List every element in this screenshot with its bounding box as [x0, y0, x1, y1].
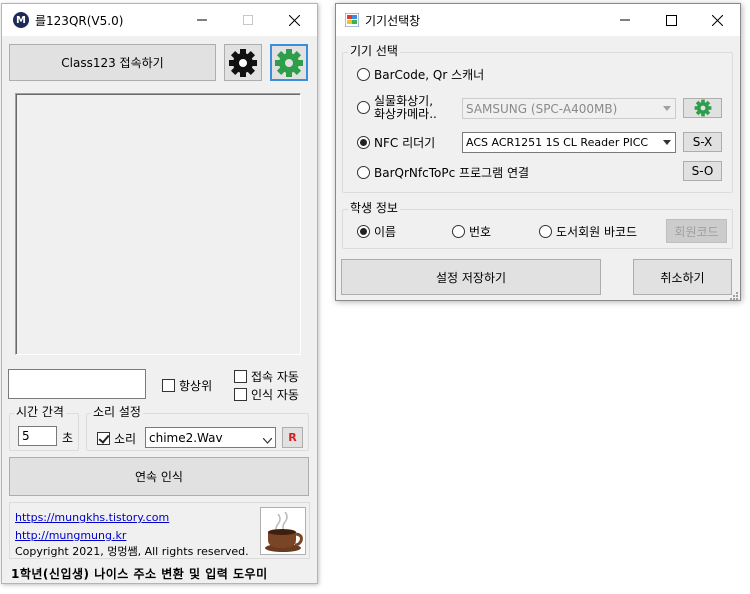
window-app-icon	[344, 12, 360, 28]
auto-recognize-checkbox[interactable]	[234, 388, 247, 401]
barqrnfc-label: BarQrNfcToPc 프로그램 연결	[374, 166, 530, 180]
nfc-reader-radio[interactable]	[357, 136, 370, 149]
device-select-window: 기기선택창 기기 선택 BarCode, Qr 스캐너 실물화상기, 화상카메라…	[335, 3, 741, 301]
scan-input[interactable]	[8, 369, 146, 399]
device-maximize-button[interactable]	[648, 4, 694, 36]
library-barcode-label: 도서회원 바코드	[556, 225, 638, 239]
member-code-button[interactable]: 회원코드	[666, 219, 727, 243]
maximize-button[interactable]	[225, 4, 271, 36]
device-select-title: 기기 선택	[348, 42, 400, 59]
gear-green-icon	[694, 99, 711, 117]
sound-file-select[interactable]: chime2.Wav	[145, 427, 276, 448]
name-label: 이름	[374, 225, 397, 239]
student-info-title: 학생 정보	[348, 199, 400, 216]
library-barcode-radio[interactable]	[539, 225, 552, 238]
close-button[interactable]	[271, 4, 317, 36]
barcode-scanner-radio[interactable]	[357, 68, 370, 81]
camera-settings-button[interactable]	[683, 98, 722, 118]
always-on-top-checkbox[interactable]	[162, 379, 175, 392]
sound-label: 소리	[114, 432, 137, 446]
sound-file-value: chime2.Wav	[149, 431, 223, 445]
chevron-down-icon	[663, 106, 671, 111]
nfc-reader-label: NFC 리더기	[374, 136, 436, 150]
time-interval-input[interactable]: 5	[18, 426, 57, 446]
copyright-text: Copyright 2021, 멍멍쌤, All rights reserved…	[15, 545, 249, 558]
coffee-cup-icon[interactable]	[260, 507, 306, 555]
mungmung-link[interactable]: http://mungmung.kr	[15, 529, 126, 542]
s-o-button[interactable]: S-O	[683, 161, 722, 181]
tistory-link[interactable]: https://mungkhs.tistory.com	[15, 511, 169, 524]
nfc-reader-select[interactable]: ACS ACR1251 1S CL Reader PICC	[462, 132, 676, 153]
camera-device-value: SAMSUNG (SPC-A400MB)	[466, 102, 618, 116]
name-radio[interactable]	[357, 225, 370, 238]
camera-device-select[interactable]: SAMSUNG (SPC-A400MB)	[462, 98, 676, 119]
time-interval-value: 5	[22, 429, 30, 443]
settings-green-button[interactable]	[270, 44, 308, 81]
auto-recognize-label: 인식 자동	[251, 388, 299, 402]
s-x-button[interactable]: S-X	[683, 132, 722, 152]
gear-green-icon	[275, 48, 303, 77]
device-window-title: 기기선택창	[365, 14, 421, 28]
chevron-down-icon	[262, 433, 273, 444]
camera-preview-area	[15, 93, 301, 355]
cancel-button[interactable]: 취소하기	[633, 259, 732, 295]
sound-reset-button[interactable]: R	[282, 427, 303, 448]
number-label: 번호	[469, 225, 492, 239]
barqrnfc-radio[interactable]	[357, 166, 370, 179]
main-window-title: 를123QR(V5.0)	[35, 14, 124, 28]
gear-black-icon	[229, 48, 257, 77]
nfc-reader-value: ACS ACR1251 1S CL Reader PICC	[466, 136, 649, 149]
sound-checkbox[interactable]	[97, 432, 110, 445]
time-unit-label: 초	[62, 431, 74, 445]
sound-settings-title: 소리 설정	[91, 403, 143, 420]
number-radio[interactable]	[452, 225, 465, 238]
camera-label-line2: 화상카메라..	[374, 107, 437, 121]
footer-text: 1학년(신입생) 나이스 주소 변환 및 입력 도우미	[11, 567, 268, 581]
auto-connect-checkbox[interactable]	[234, 370, 247, 383]
app-logo-icon: M	[13, 12, 29, 28]
continuous-recognize-button[interactable]: 연속 인식	[9, 457, 309, 496]
minimize-button[interactable]	[179, 4, 225, 36]
barcode-scanner-label: BarCode, Qr 스캐너	[374, 68, 485, 82]
class123-connect-button[interactable]: Class123 접속하기	[9, 44, 216, 81]
main-titlebar: M 를123QR(V5.0)	[2, 4, 317, 36]
save-settings-button[interactable]: 설정 저장하기	[341, 259, 601, 295]
device-titlebar: 기기선택창	[336, 4, 740, 36]
always-on-top-label: 항상위	[179, 379, 213, 393]
main-window: M 를123QR(V5.0) Class123 접속하기 항상위 접속 자동 인…	[1, 3, 318, 584]
settings-black-button[interactable]	[224, 44, 262, 81]
chevron-down-icon	[663, 140, 671, 145]
camera-radio[interactable]	[357, 101, 370, 114]
device-close-button[interactable]	[694, 4, 740, 36]
device-minimize-button[interactable]	[602, 4, 648, 36]
resize-grip-icon[interactable]	[729, 290, 739, 300]
auto-connect-label: 접속 자동	[251, 370, 299, 384]
time-interval-title: 시간 간격	[14, 403, 66, 420]
sound-reset-label: R	[288, 431, 297, 444]
